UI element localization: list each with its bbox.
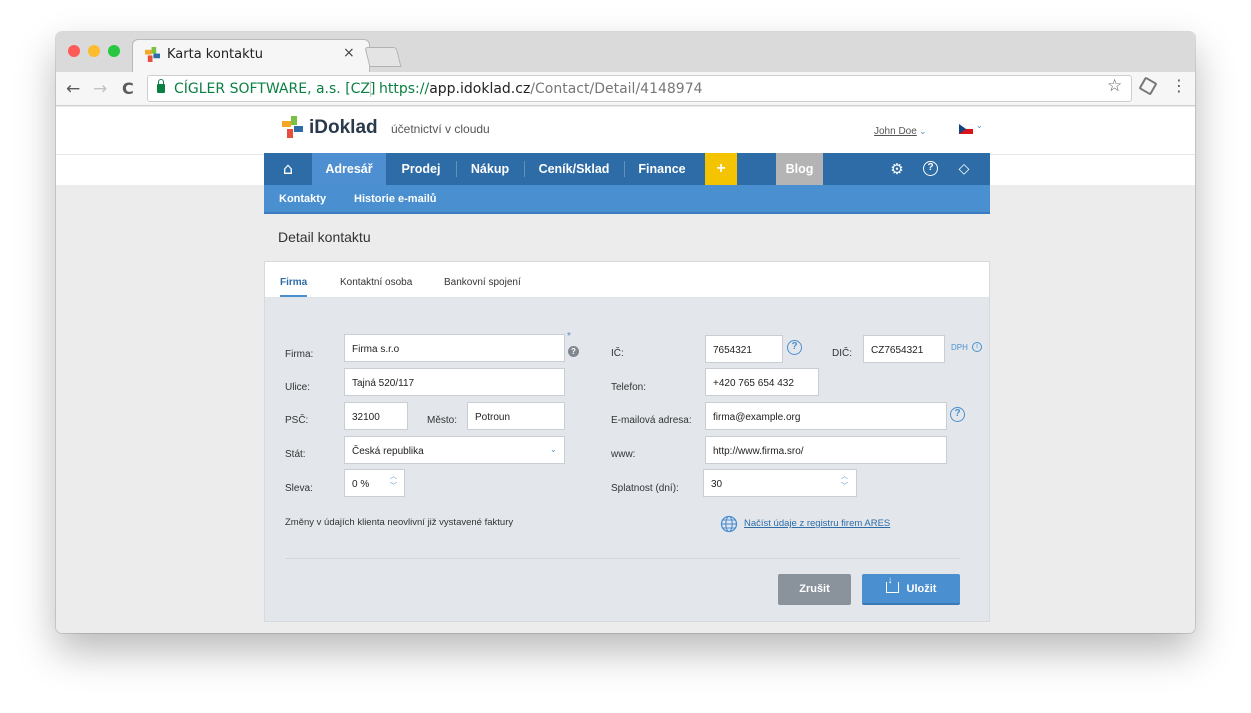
help-icon-label: ? [923, 161, 938, 176]
url-text: https://app.idoklad.cz/Contact/Detail/41… [379, 81, 703, 97]
tab-firma[interactable]: Firma [280, 277, 307, 288]
maximize-window-button[interactable] [108, 45, 120, 57]
contact-form-card: Firma Kontaktní osoba Bankovní spojení F… [264, 261, 990, 622]
label-ulice: Ulice: [285, 382, 311, 393]
help-icon[interactable]: ? [568, 346, 579, 357]
browser-window: Karta kontaktu × ← → C CÍGLER SOFTWARE, … [56, 32, 1195, 633]
home-icon[interactable]: ⌂ [264, 153, 312, 185]
nav-item-finance[interactable]: Finance [624, 153, 700, 185]
save-icon [885, 576, 899, 593]
idoklad-favicon-icon [145, 47, 160, 62]
label-psc: PSČ: [285, 415, 309, 426]
url-scheme: https:// [379, 81, 430, 97]
telefon-input[interactable]: +420 765 654 432 [705, 368, 819, 396]
email-input[interactable]: firma@example.org [705, 402, 947, 430]
save-button[interactable]: Uložit [862, 574, 960, 605]
nav-item-adresar[interactable]: Adresář [312, 153, 386, 185]
label-stat: Stát: [285, 449, 306, 460]
tagline: účetnictví v cloudu [391, 122, 490, 136]
label-firma: Firma: [285, 349, 314, 360]
label-email: E-mailová adresa: [611, 415, 692, 426]
logo-text[interactable]: iDoklad [309, 117, 378, 139]
chevron-down-icon[interactable]: ⌄ [550, 445, 557, 454]
stepper-down-icon[interactable]: ﹀ [841, 483, 848, 491]
tab-kontaktni-osoba[interactable]: Kontaktní osoba [340, 277, 412, 288]
chevron-down-icon[interactable]: ⌄ [976, 121, 983, 130]
page-title: Detail kontaktu [278, 229, 371, 245]
certificate-label: CÍGLER SOFTWARE, a.s. [CZ] [174, 81, 376, 97]
save-label: Uložit [906, 583, 937, 595]
label-sleva: Sleva: [285, 483, 313, 494]
lock-icon [157, 79, 165, 93]
nav-item-cenik-sklad[interactable]: Ceník/Sklad [524, 153, 624, 185]
label-telefon: Telefon: [611, 382, 647, 393]
help-icon[interactable]: ? [950, 407, 965, 422]
required-mark: * [567, 331, 571, 342]
stepper-up-icon[interactable]: ︿ [841, 473, 848, 481]
gear-icon[interactable]: ⚙ [882, 153, 912, 185]
tab-strip: Karta kontaktu × [56, 32, 1195, 72]
address-separator [370, 81, 371, 97]
address-bar[interactable]: CÍGLER SOFTWARE, a.s. [CZ] https://app.i… [147, 75, 1132, 102]
form-tabs: Firma Kontaktní osoba Bankovní spojení [265, 262, 989, 298]
sub-nav: Kontakty Historie e-mailů [264, 185, 990, 214]
forward-icon[interactable]: → [93, 79, 107, 99]
nav-item-nakup[interactable]: Nákup [456, 153, 524, 185]
ares-link[interactable]: Načíst údaje z registru firem ARES [744, 518, 890, 529]
main-nav: ⌂ Adresář Prodej Nákup Ceník/Sklad Finan… [264, 153, 990, 185]
active-tab-indicator [280, 295, 307, 297]
ulice-input[interactable]: Tajná 520/117 [344, 368, 565, 396]
divider [285, 558, 960, 559]
label-splatnost: Splatnost (dní): [611, 483, 679, 494]
user-menu[interactable]: John Doe [874, 126, 917, 137]
czech-flag-icon[interactable] [959, 124, 973, 134]
dic-input[interactable]: CZ7654321 [863, 335, 945, 363]
subnav-item-kontakty[interactable]: Kontakty [279, 193, 326, 205]
stat-select[interactable]: Česká republika [344, 436, 565, 464]
close-window-button[interactable] [68, 45, 80, 57]
mesto-input[interactable]: Potroun [467, 402, 565, 430]
notification-icon[interactable]: ◇ [950, 153, 978, 185]
label-mesto: Město: [427, 415, 458, 426]
url-path: /Contact/Detail/4148974 [530, 81, 703, 97]
stepper-up-icon[interactable]: ︿ [390, 473, 397, 481]
label-ic: IČ: [611, 348, 624, 359]
bookmark-star-icon[interactable]: ☆ [1107, 76, 1122, 96]
add-button[interactable]: + [705, 153, 737, 185]
nav-item-prodej[interactable]: Prodej [386, 153, 456, 185]
browser-menu-icon[interactable]: ⋮ [1171, 76, 1187, 95]
globe-icon[interactable] [720, 515, 738, 533]
stepper-down-icon[interactable]: ﹀ [390, 483, 397, 491]
label-www: www: [611, 449, 636, 460]
reload-icon[interactable]: C [122, 79, 134, 98]
idoklad-logo-icon[interactable] [282, 116, 304, 138]
ic-input[interactable]: 7654321 [705, 335, 783, 363]
app-header: iDoklad účetnictví v cloudu John Doe ⌄ ⌄ [56, 107, 1195, 154]
page-content: iDoklad účetnictví v cloudu John Doe ⌄ ⌄… [56, 107, 1195, 633]
dph-label[interactable]: DPH [951, 343, 968, 352]
cancel-button[interactable]: Zrušit [778, 574, 851, 605]
tab-bankovni-spojeni[interactable]: Bankovní spojení [444, 277, 521, 288]
tab-close-icon[interactable]: × [343, 45, 355, 61]
label-dic: DIČ: [832, 348, 852, 359]
help-icon[interactable]: ? [916, 153, 944, 185]
help-icon[interactable]: ? [787, 340, 802, 355]
new-tab-button[interactable] [364, 47, 402, 67]
www-input[interactable]: http://www.firma.sro/ [705, 436, 947, 464]
url-host: app.idoklad.cz [429, 81, 531, 97]
chevron-down-icon[interactable]: ⌄ [919, 126, 927, 137]
firma-input[interactable]: Firma s.r.o [344, 334, 565, 362]
info-icon[interactable]: i [972, 342, 982, 352]
tab-title: Karta kontaktu [167, 47, 263, 62]
back-icon[interactable]: ← [66, 79, 80, 99]
minimize-window-button[interactable] [88, 45, 100, 57]
subnav-item-historie-emailu[interactable]: Historie e-mailů [354, 193, 437, 205]
info-note: Změny v údajích klienta neovlivní již vy… [285, 517, 514, 528]
nav-item-blog[interactable]: Blog [776, 153, 823, 185]
psc-input[interactable]: 32100 [344, 402, 408, 430]
splatnost-stepper[interactable]: 30 [703, 469, 857, 497]
browser-toolbar: ← → C CÍGLER SOFTWARE, a.s. [CZ] https:/… [56, 72, 1195, 106]
